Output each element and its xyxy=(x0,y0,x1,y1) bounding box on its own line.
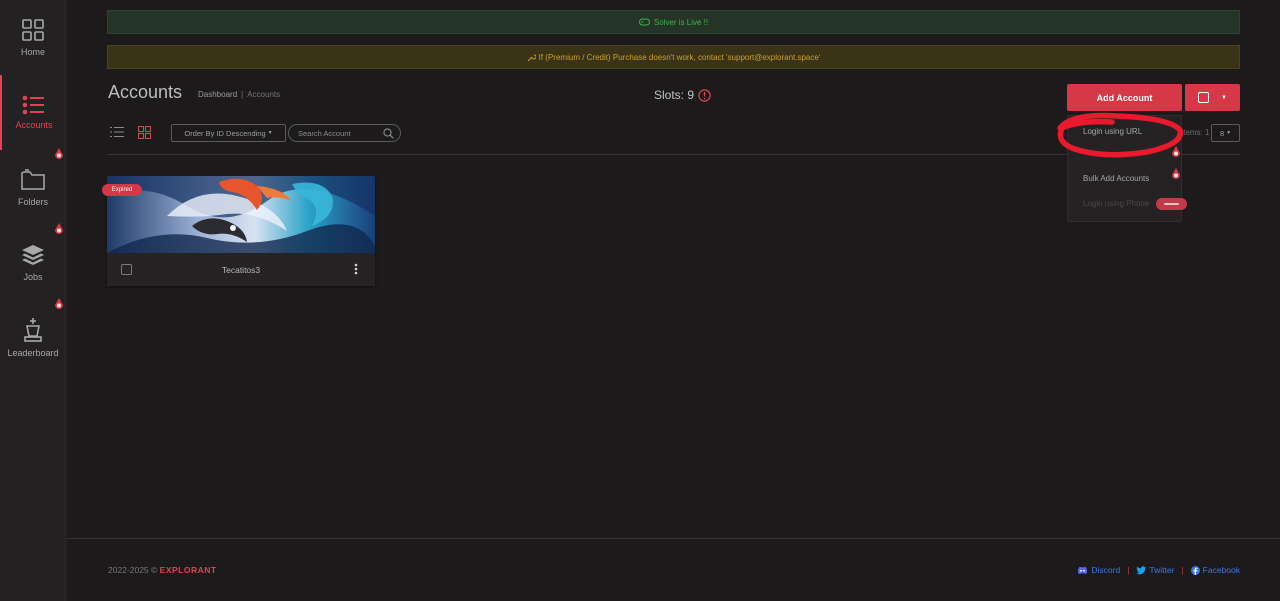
twitter-link[interactable]: Twitter xyxy=(1136,565,1174,575)
sidebar-item-leaderboard[interactable]: Leaderboard xyxy=(0,298,66,375)
search-icon[interactable] xyxy=(383,128,394,139)
account-banner-image xyxy=(107,176,375,253)
menu-item-toggle[interactable] xyxy=(1156,198,1187,210)
brand-logo[interactable]: EXPLORANT xyxy=(160,565,217,575)
account-card-footer: Tecatitos3 xyxy=(107,253,375,286)
account-card[interactable]: Tecatitos3 xyxy=(107,176,375,286)
slots-counter: Slots: 9 xyxy=(654,88,711,102)
info-icon[interactable] xyxy=(698,88,711,102)
drop-badge-icon xyxy=(55,148,63,159)
sidebar-item-label: Jobs xyxy=(23,272,43,282)
menu-item-bulk-add[interactable]: Bulk Add Accounts xyxy=(1083,174,1149,183)
copyright-text: 2022-2025 © xyxy=(108,565,158,575)
items-per-page-select[interactable]: 8 ▼ xyxy=(1211,124,1240,142)
breadcrumb-dashboard[interactable]: Dashboard xyxy=(198,90,237,99)
add-account-menu-toggle[interactable]: ▼ xyxy=(1185,84,1240,111)
facebook-icon xyxy=(1190,565,1200,575)
footer: 2022-2025 © EXPLORANT Discord | Twitter … xyxy=(66,538,1280,601)
twitter-icon xyxy=(1136,565,1147,574)
items-per-page-value: 8 xyxy=(1219,128,1225,138)
list-view-icon[interactable] xyxy=(110,126,124,138)
breadcrumb: Dashboard | Accounts xyxy=(198,90,281,99)
banner-text: Solver is Live !! xyxy=(653,17,709,27)
layers-icon xyxy=(22,245,44,265)
folder-icon xyxy=(21,169,45,190)
order-by-select[interactable]: Order By ID Descending ▼ xyxy=(171,124,286,142)
facebook-link[interactable]: Facebook xyxy=(1190,565,1240,575)
sidebar-item-home[interactable]: Home xyxy=(0,0,66,75)
drop-badge-icon xyxy=(55,223,63,234)
chess-king-icon xyxy=(24,318,42,342)
discord-label: Discord xyxy=(1091,565,1121,575)
gamepad-icon xyxy=(638,18,650,26)
facebook-label: Facebook xyxy=(1202,565,1240,575)
sidebar-item-jobs[interactable]: Jobs xyxy=(0,223,66,300)
kebab-menu-icon[interactable] xyxy=(354,263,358,275)
sidebar-item-label: Leaderboard xyxy=(7,348,59,358)
order-by-value: Order By ID Descending xyxy=(184,128,266,138)
grid-view-icon[interactable] xyxy=(138,126,151,139)
drop-badge-icon xyxy=(1172,168,1180,179)
drop-badge-icon xyxy=(1172,146,1180,157)
wrench-icon xyxy=(527,54,536,61)
banner-text: If (Premium / Credit) Purchase doesn't w… xyxy=(538,52,821,62)
grid-icon xyxy=(22,19,44,41)
discord-icon xyxy=(1078,566,1088,574)
menu-item-login-url[interactable]: Login using URL xyxy=(1083,127,1142,136)
sidebar-item-label: Home xyxy=(20,47,45,57)
drop-badge-icon xyxy=(55,298,63,309)
search-placeholder: Search Account xyxy=(298,128,351,138)
sidebar-item-folders[interactable]: Folders xyxy=(0,148,66,225)
copyright: 2022-2025 © EXPLORANT xyxy=(108,565,217,575)
sidebar-item-accounts[interactable]: Accounts xyxy=(0,75,66,150)
breadcrumb-current: Accounts xyxy=(247,90,281,99)
sidebar-item-label: Folders xyxy=(17,197,48,207)
slots-label: Slots: 9 xyxy=(654,88,695,102)
menu-item-login-phone[interactable]: Login using Phone xyxy=(1083,199,1149,208)
add-account-button[interactable]: Add Account xyxy=(1067,84,1182,111)
status-badge: Expired xyxy=(102,184,142,196)
search-input[interactable]: Search Account xyxy=(288,124,401,142)
account-name: Tecatitos3 xyxy=(221,265,261,275)
list-icon xyxy=(22,95,44,115)
caret-down-icon: ▼ xyxy=(1221,94,1227,101)
caret-down-icon: ▼ xyxy=(1226,130,1232,136)
items-count-label: Items: 1 xyxy=(1181,128,1210,137)
twitter-label: Twitter xyxy=(1149,565,1175,575)
sidebar-item-label: Accounts xyxy=(15,120,53,130)
social-links: Discord | Twitter | Facebook xyxy=(1077,565,1240,575)
page-title: Accounts xyxy=(108,82,183,102)
square-icon xyxy=(1198,92,1210,103)
add-account-dropdown: Login using URL Bulk Add Accounts Login … xyxy=(1067,115,1187,222)
sidebar: Home Accounts Folders Jobs Leaderboard xyxy=(0,0,66,601)
caret-down-icon: ▼ xyxy=(267,130,273,136)
solver-live-banner: Solver is Live !! xyxy=(107,10,1240,34)
purchase-warning-banner: If (Premium / Credit) Purchase doesn't w… xyxy=(107,45,1240,69)
discord-link[interactable]: Discord xyxy=(1077,565,1120,575)
